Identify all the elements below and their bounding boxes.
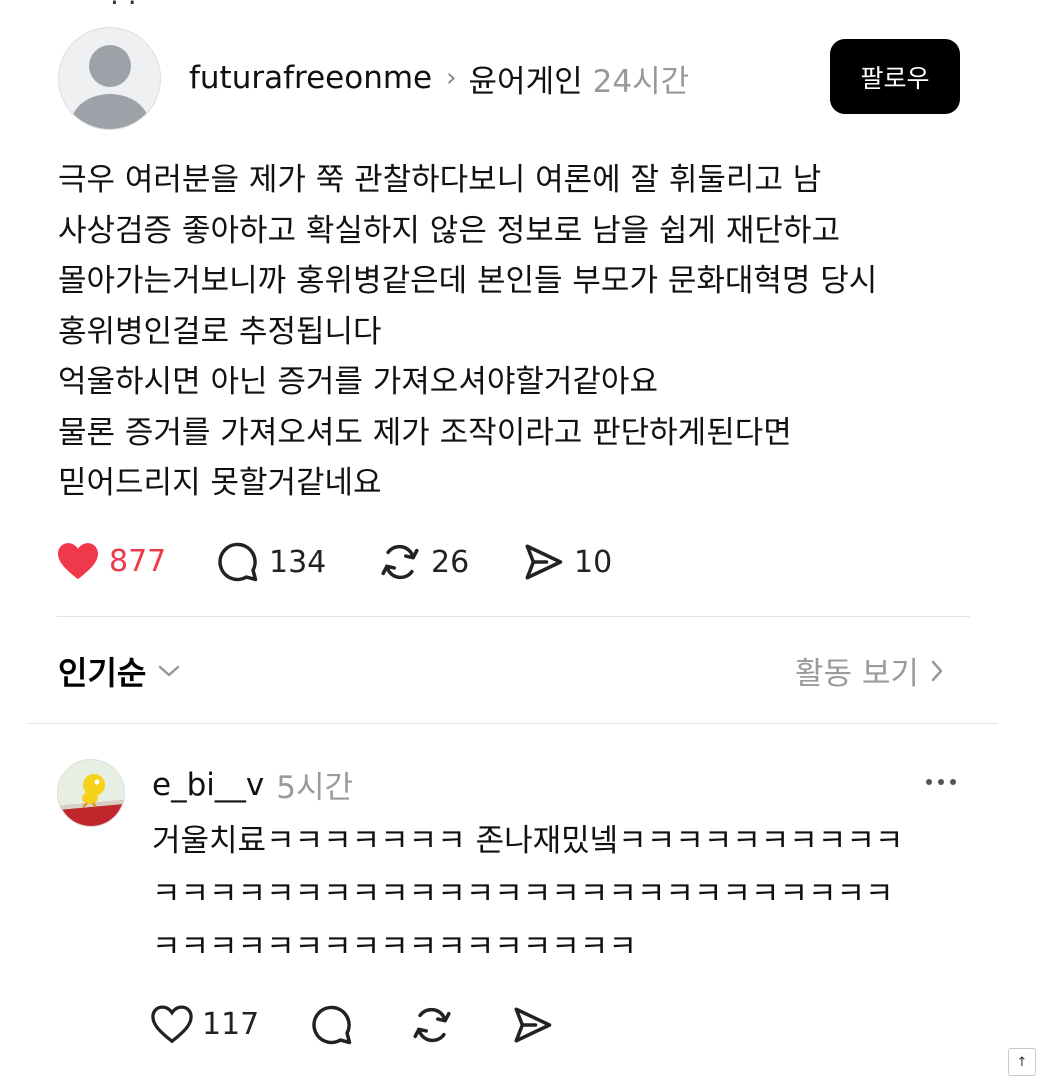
comment-body-line: ㅋㅋㅋㅋㅋㅋㅋㅋㅋㅋㅋㅋㅋㅋㅋㅋㅋ bbox=[152, 929, 637, 965]
sort-label: 인기순 bbox=[58, 654, 147, 692]
repost-icon bbox=[381, 544, 419, 580]
heart-icon bbox=[151, 1005, 193, 1044]
comment-share-button[interactable] bbox=[511, 1004, 553, 1046]
activity-label: 활동 보기 bbox=[795, 656, 919, 692]
repost-count: 26 bbox=[431, 544, 470, 580]
post-body-line: 극우 여러분을 제가 쭉 관찰하다보니 여론에 잘 휘둘리고 남 bbox=[58, 162, 822, 198]
post-body-line: 사상검증 좋아하고 확실하지 않은 정보로 남을 쉽게 재단하고 bbox=[58, 212, 840, 249]
share-icon bbox=[525, 544, 563, 580]
chevron-right-icon: › bbox=[446, 63, 457, 93]
sort-dropdown[interactable]: 인기순 bbox=[58, 648, 182, 694]
avatar-head-shape bbox=[89, 45, 131, 87]
comment-actions: 117 bbox=[0, 1000, 1051, 1050]
more-icon[interactable] bbox=[918, 768, 964, 796]
comment-count: 134 bbox=[269, 544, 327, 580]
scroll-to-top-button[interactable]: ↑ bbox=[1008, 1048, 1036, 1076]
comment-body-line: 거울치료ㅋㅋㅋㅋㅋㅋㅋ 존나재밌넼ㅋㅋㅋㅋㅋㅋㅋㅋㅋㅋ bbox=[152, 823, 904, 859]
share-count: 10 bbox=[574, 544, 613, 580]
like-count: 877 bbox=[109, 543, 167, 579]
post-body-line: 홍위병인걸로 추정됩니다 bbox=[58, 313, 382, 350]
post-header: futurafreeonme › 윤어게인 24시간 bbox=[189, 52, 689, 104]
share-button[interactable]: 10 bbox=[522, 541, 612, 583]
repost-icon bbox=[413, 1007, 451, 1043]
post-body-line: 믿어드리지 못할거같네요 bbox=[58, 465, 382, 501]
comment-icon bbox=[218, 542, 258, 582]
top-cut-text: · · bbox=[110, 0, 137, 19]
comment-username[interactable]: e_bi__v bbox=[152, 767, 264, 803]
comment-reply-button[interactable] bbox=[311, 1004, 353, 1046]
post-time: 24시간 bbox=[592, 63, 690, 100]
comment-icon bbox=[312, 1005, 352, 1045]
post-body-line: 억울하시면 아닌 증거를 가져오셔야할거같아요 bbox=[58, 364, 658, 400]
post-actions: 877 134 26 10 bbox=[0, 537, 1051, 587]
comment-like-button[interactable]: 117 bbox=[150, 1004, 259, 1044]
comment-author-avatar[interactable] bbox=[57, 759, 125, 827]
post-body-line: 몰아가는거보니까 홍위병같은데 본인들 부모가 문화대혁명 당시 bbox=[58, 263, 878, 299]
divider bbox=[27, 723, 998, 724]
post-body: 극우 여러분을 제가 쭉 관찰하다보니 여론에 잘 휘둘리고 남 사상검증 좋아… bbox=[58, 155, 988, 509]
comment-like-count: 117 bbox=[202, 1006, 260, 1042]
view-activity-link[interactable]: 활동 보기 bbox=[795, 648, 947, 693]
comment-repost-button[interactable] bbox=[411, 1004, 453, 1046]
avatar-body-shape bbox=[71, 94, 149, 129]
comment-body-line: ㅋㅋㅋㅋㅋㅋㅋㅋㅋㅋㅋㅋㅋㅋㅋㅋㅋㅋㅋㅋㅋㅋㅋㅋㅋㅋ bbox=[152, 876, 894, 912]
post-topic[interactable]: 윤어게인 bbox=[469, 56, 583, 101]
divider bbox=[57, 616, 970, 617]
heart-icon bbox=[58, 543, 98, 580]
comment-body: 거울치료ㅋㅋㅋㅋㅋㅋㅋ 존나재밌넼ㅋㅋㅋㅋㅋㅋㅋㅋㅋㅋ ㅋㅋㅋㅋㅋㅋㅋㅋㅋㅋㅋㅋ… bbox=[152, 815, 962, 974]
chevron-down-icon bbox=[159, 665, 180, 677]
avatar-image bbox=[58, 760, 124, 826]
post-body-line: 물론 증거를 가져오셔도 제가 조작이라고 판단하게된다면 bbox=[58, 414, 792, 451]
repost-button[interactable]: 26 bbox=[379, 541, 469, 583]
share-icon bbox=[514, 1007, 552, 1043]
post-username[interactable]: futurafreeonme bbox=[189, 60, 432, 96]
follow-button[interactable]: 팔로우 bbox=[830, 39, 960, 114]
comment-header: e_bi__v 5시간 bbox=[152, 762, 353, 807]
like-button[interactable]: 877 bbox=[56, 541, 166, 581]
comment-button[interactable]: 134 bbox=[217, 541, 326, 583]
chevron-right-icon bbox=[931, 660, 943, 681]
post-author-avatar[interactable] bbox=[58, 27, 161, 130]
comment-time: 5시간 bbox=[276, 770, 353, 806]
